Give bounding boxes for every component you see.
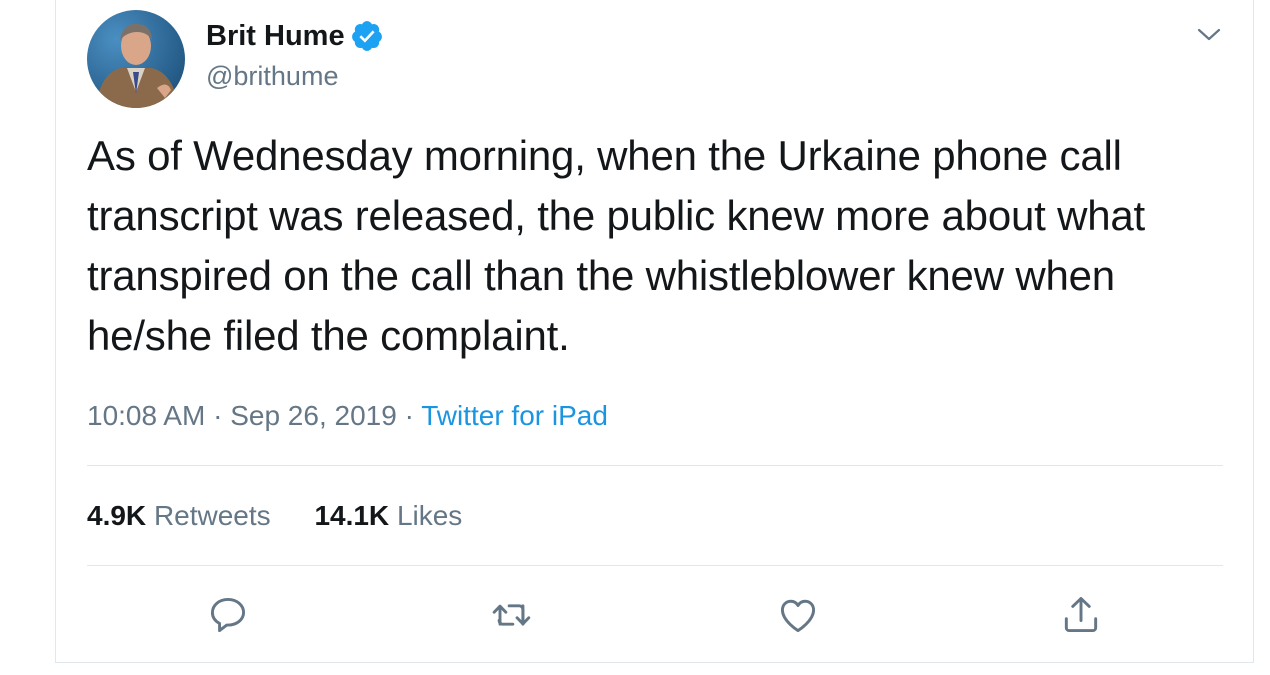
tweet-card: Brit Hume @brithume As of Wednesday morn… <box>55 0 1254 663</box>
author-handle[interactable]: @brithume <box>206 58 338 94</box>
retweets-label: Retweets <box>153 500 271 531</box>
author-display-name[interactable]: Brit Hume <box>206 18 345 54</box>
tweet-date[interactable]: Sep 26, 2019 <box>230 400 397 431</box>
meta-separator: · <box>404 400 414 431</box>
tweet-meta: 10:08 AM · Sep 26, 2019 · Twitter for iP… <box>87 397 608 435</box>
heart-icon[interactable] <box>776 593 820 637</box>
reply-icon[interactable] <box>206 593 250 637</box>
avatar[interactable] <box>87 10 185 108</box>
author-name-row[interactable]: Brit Hume <box>206 18 384 54</box>
likes-count: 14.1K <box>314 500 390 531</box>
likes-stat[interactable]: 14.1K Likes <box>314 500 462 531</box>
tweet-stats: 4.9K Retweets 14.1K Likes <box>87 497 498 535</box>
retweet-icon[interactable] <box>489 593 533 637</box>
share-icon[interactable] <box>1059 593 1103 637</box>
tweet-source-link[interactable]: Twitter for iPad <box>421 400 608 431</box>
chevron-down-icon[interactable] <box>1196 22 1222 46</box>
avatar-photo <box>87 10 185 108</box>
divider <box>87 565 1223 566</box>
tweet-time[interactable]: 10:08 AM <box>87 400 205 431</box>
meta-separator: · <box>213 400 223 431</box>
divider <box>87 465 1223 466</box>
likes-label: Likes <box>396 500 463 531</box>
retweets-count: 4.9K <box>87 500 147 531</box>
tweet-text: As of Wednesday morning, when the Urkain… <box>87 132 1146 359</box>
retweets-stat[interactable]: 4.9K Retweets <box>87 500 271 531</box>
verified-badge-icon <box>350 19 384 53</box>
